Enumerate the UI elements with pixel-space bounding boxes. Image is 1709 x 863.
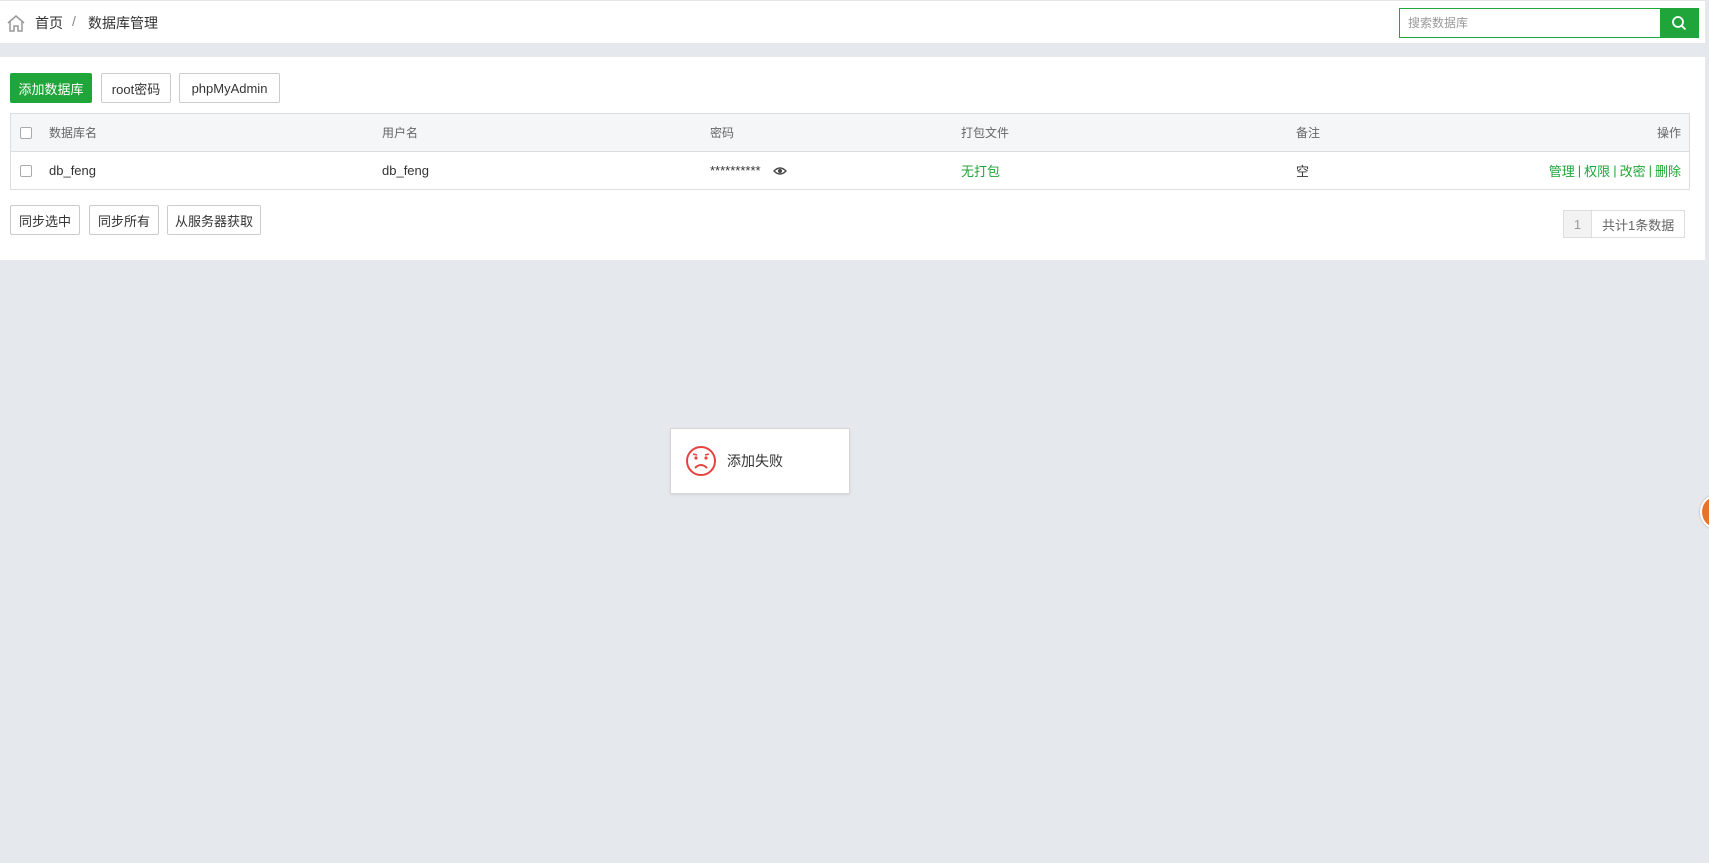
toast-message: 添加失败 <box>727 453 783 469</box>
table-header: 数据库名 用户名 密码 打包文件 备注 操作 <box>11 114 1689 152</box>
header-name[interactable]: 数据库名 <box>49 114 97 151</box>
page-number[interactable]: 1 <box>1564 211 1592 237</box>
header-username: 用户名 <box>382 126 419 140</box>
permission-link[interactable]: 权限 <box>1584 161 1610 180</box>
sync-all-button[interactable]: 同步所有 <box>89 205 159 235</box>
breadcrumb-home[interactable]: 首页 <box>35 13 63 33</box>
db-remark[interactable]: 空 <box>1296 152 1309 189</box>
phpmyadmin-button[interactable]: phpMyAdmin <box>179 73 280 103</box>
breadcrumb-separator: / <box>72 13 76 29</box>
floating-helper-button[interactable] <box>1700 494 1709 530</box>
error-toast: 添加失败 <box>670 428 850 494</box>
row-checkbox[interactable] <box>20 164 32 177</box>
search-button[interactable] <box>1660 9 1698 37</box>
add-database-button[interactable]: 添加数据库 <box>10 73 92 103</box>
manage-link[interactable]: 管理 <box>1549 161 1575 180</box>
root-password-button[interactable]: root密码 <box>101 73 171 103</box>
top-bar: 首页 / 数据库管理 <box>0 0 1705 43</box>
header-actions: 操作 <box>1656 126 1681 140</box>
table-row: db_feng db_feng ********** 无打包 空 管理 | 权限… <box>11 152 1689 189</box>
db-name: db_feng <box>49 163 96 178</box>
password-cell: ********** <box>710 152 787 189</box>
breadcrumb-current: 数据库管理 <box>88 15 158 31</box>
total-count: 共计1条数据 <box>1602 217 1675 233</box>
select-all-cell <box>20 114 32 151</box>
header-password: 密码 <box>710 126 735 140</box>
db-backup-link[interactable]: 无打包 <box>961 152 1000 189</box>
action-separator: | <box>1613 163 1617 178</box>
database-panel: 添加数据库 root密码 phpMyAdmin 数据库名 用户名 密码 打包文件… <box>0 57 1705 260</box>
header-remark: 备注 <box>1296 126 1321 140</box>
header-backup: 打包文件 <box>961 126 1010 140</box>
search-icon <box>1672 16 1687 31</box>
pagination: 1 共计1条数据 <box>1563 210 1686 238</box>
row-select-cell <box>20 152 32 189</box>
database-table: 数据库名 用户名 密码 打包文件 备注 操作 db_feng db_feng *… <box>10 113 1690 190</box>
search-input[interactable] <box>1400 9 1661 37</box>
sync-selected-button[interactable]: 同步选中 <box>10 205 80 235</box>
search-box <box>1399 8 1699 38</box>
fetch-from-server-button[interactable]: 从服务器获取 <box>167 205 261 235</box>
eye-icon[interactable] <box>772 166 787 176</box>
action-separator: | <box>1577 163 1582 178</box>
home-icon[interactable] <box>6 13 26 33</box>
db-username: db_feng <box>382 163 429 178</box>
action-separator: | <box>1648 163 1652 178</box>
select-all-checkbox[interactable] <box>20 126 32 139</box>
change-password-link[interactable]: 改密 <box>1620 161 1646 180</box>
delete-link[interactable]: 删除 <box>1655 161 1681 180</box>
sad-face-icon <box>686 446 716 476</box>
db-password: ********** <box>710 163 761 178</box>
row-actions: 管理 | 权限 | 改密 | 删除 <box>1549 152 1681 189</box>
